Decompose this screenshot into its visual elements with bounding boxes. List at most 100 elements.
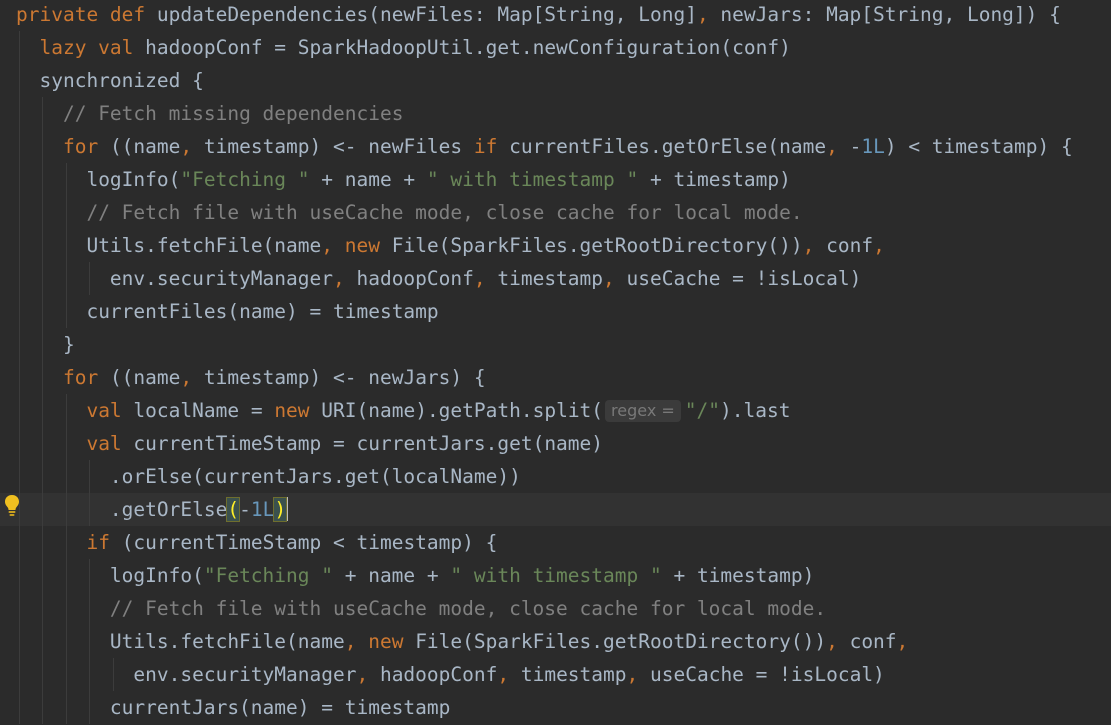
indent-guide xyxy=(66,295,67,328)
indent-guide xyxy=(19,526,20,559)
code-line-current[interactable]: .getOrElse(-1L) xyxy=(0,493,1111,526)
keyword-token: , xyxy=(180,135,204,158)
code-text: } xyxy=(16,328,75,361)
code-text: // Fetch file with useCache mode, close … xyxy=(16,196,802,229)
code-text: env.securityManager, hadoopConf, timesta… xyxy=(16,658,885,691)
code-token: updateDependencies(newFiles: Map[String,… xyxy=(156,3,697,26)
code-token: (currentTimeStamp < timestamp) { xyxy=(121,531,498,554)
code-line[interactable]: // Fetch missing dependencies xyxy=(0,97,1111,130)
keyword-token: , xyxy=(826,630,850,653)
keyword-token: if xyxy=(86,531,122,554)
lightbulb-icon[interactable] xyxy=(3,493,21,517)
indent-guide xyxy=(42,427,43,460)
indent-guide xyxy=(19,130,20,163)
code-text: // Fetch file with useCache mode, close … xyxy=(16,592,826,625)
keyword-token: , xyxy=(802,234,827,257)
indent-guide xyxy=(19,658,20,691)
code-line[interactable]: synchronized { xyxy=(0,64,1111,97)
indent-guide xyxy=(42,526,43,559)
code-token: timestamp) <- newJars) { xyxy=(203,366,486,389)
code-token: .orElse(currentJars.get(localName)) xyxy=(109,465,521,488)
indent-guide xyxy=(42,229,43,262)
string-token: " with timestamp " xyxy=(450,564,662,587)
code-token: Utils.fetchFile(name xyxy=(109,630,345,653)
code-token: Utils.fetchFile(name xyxy=(86,234,322,257)
indent-guide xyxy=(66,196,67,229)
code-line[interactable]: currentFiles(name) = timestamp xyxy=(0,295,1111,328)
indent-guide xyxy=(42,295,43,328)
code-line[interactable]: .orElse(currentJars.get(localName)) xyxy=(0,460,1111,493)
code-line[interactable]: env.securityManager, hadoopConf, timesta… xyxy=(0,658,1111,691)
code-token: useCache = !isLocal) xyxy=(650,663,885,686)
code-line[interactable]: if (currentTimeStamp < timestamp) { xyxy=(0,526,1111,559)
indent-guide xyxy=(89,460,90,493)
code-line[interactable]: env.securityManager, hadoopConf, timesta… xyxy=(0,262,1111,295)
code-line[interactable]: for ((name, timestamp) <- newJars) { xyxy=(0,361,1111,394)
indent-guide xyxy=(89,493,90,526)
code-text: env.securityManager, hadoopConf, timesta… xyxy=(16,262,861,295)
parameter-hint: regex = xyxy=(605,400,681,422)
indent-guide xyxy=(42,625,43,658)
code-token: currentFiles(name) = timestamp xyxy=(86,300,439,323)
code-token: } xyxy=(62,333,75,356)
code-token: ).last xyxy=(720,399,791,422)
code-token: hadoopConf xyxy=(379,663,498,686)
indent-guide xyxy=(19,262,20,295)
keyword-token: , xyxy=(356,663,380,686)
code-token: File(SparkFiles.getRootDirectory()) xyxy=(391,234,803,257)
code-line[interactable]: private def updateDependencies(newFiles:… xyxy=(0,0,1111,31)
indent-guide xyxy=(42,97,43,130)
code-line[interactable]: val currentTimeStamp = currentJars.get(n… xyxy=(0,427,1111,460)
code-line[interactable]: Utils.fetchFile(name, new File(SparkFile… xyxy=(0,229,1111,262)
code-line[interactable]: // Fetch file with useCache mode, close … xyxy=(0,196,1111,229)
code-text: .getOrElse(-1L) xyxy=(16,493,289,526)
keyword-token: if xyxy=(473,135,510,158)
indent-guide xyxy=(42,130,43,163)
indent-guide xyxy=(42,328,43,361)
indent-guide xyxy=(66,691,67,724)
indent-guide xyxy=(66,526,67,559)
code-line[interactable]: logInfo("Fetching " + name + " with time… xyxy=(0,559,1111,592)
code-line[interactable]: val localName = new URI(name).getPath.sp… xyxy=(0,394,1111,427)
code-token: ((name xyxy=(109,366,181,389)
code-line[interactable]: logInfo("Fetching " + name + " with time… xyxy=(0,163,1111,196)
indent-guide xyxy=(42,196,43,229)
code-token: currentJars(name) = timestamp xyxy=(109,696,451,719)
indent-guide xyxy=(42,460,43,493)
code-text: logInfo("Fetching " + name + " with time… xyxy=(16,163,791,196)
code-line[interactable]: lazy val hadoopConf = SparkHadoopUtil.ge… xyxy=(0,31,1111,64)
code-editor[interactable]: private def updateDependencies(newFiles:… xyxy=(0,0,1111,725)
comment-token: // Fetch file with useCache mode, close … xyxy=(109,597,827,620)
indent-guide xyxy=(42,592,43,625)
code-token: localName = xyxy=(133,399,275,422)
keyword-token: lazy val xyxy=(39,36,146,59)
indent-guide xyxy=(89,262,90,295)
code-text: private def updateDependencies(newFiles:… xyxy=(16,0,1061,31)
code-token: + timestamp) xyxy=(638,168,791,191)
code-token: env.securityManager xyxy=(109,267,333,290)
indent-guide xyxy=(19,361,20,394)
code-token: ((name xyxy=(109,135,181,158)
code-token: File(SparkFiles.getRootDirectory()) xyxy=(415,630,827,653)
code-line[interactable]: // Fetch file with useCache mode, close … xyxy=(0,592,1111,625)
keyword-token: private def xyxy=(16,3,157,26)
indent-guide xyxy=(42,559,43,592)
code-line[interactable]: Utils.fetchFile(name, new File(SparkFile… xyxy=(0,625,1111,658)
keyword-token: , xyxy=(603,267,627,290)
code-token: hadoopConf xyxy=(356,267,474,290)
indent-guide xyxy=(19,394,20,427)
code-text: currentJars(name) = timestamp xyxy=(16,691,450,724)
code-line[interactable]: currentJars(name) = timestamp xyxy=(0,691,1111,724)
number-token: 1L xyxy=(861,135,885,158)
code-text: synchronized { xyxy=(16,64,203,97)
indent-guide xyxy=(19,460,20,493)
indent-guide xyxy=(19,97,20,130)
code-text: logInfo("Fetching " + name + " with time… xyxy=(16,559,814,592)
code-line[interactable]: } xyxy=(0,328,1111,361)
indent-guide xyxy=(42,493,43,526)
indent-guide xyxy=(89,592,90,625)
code-text: currentFiles(name) = timestamp xyxy=(16,295,439,328)
indent-guide xyxy=(66,394,67,427)
code-line[interactable]: for ((name, timestamp) <- newFiles if cu… xyxy=(0,130,1111,163)
code-text: .orElse(currentJars.get(localName)) xyxy=(16,460,521,493)
